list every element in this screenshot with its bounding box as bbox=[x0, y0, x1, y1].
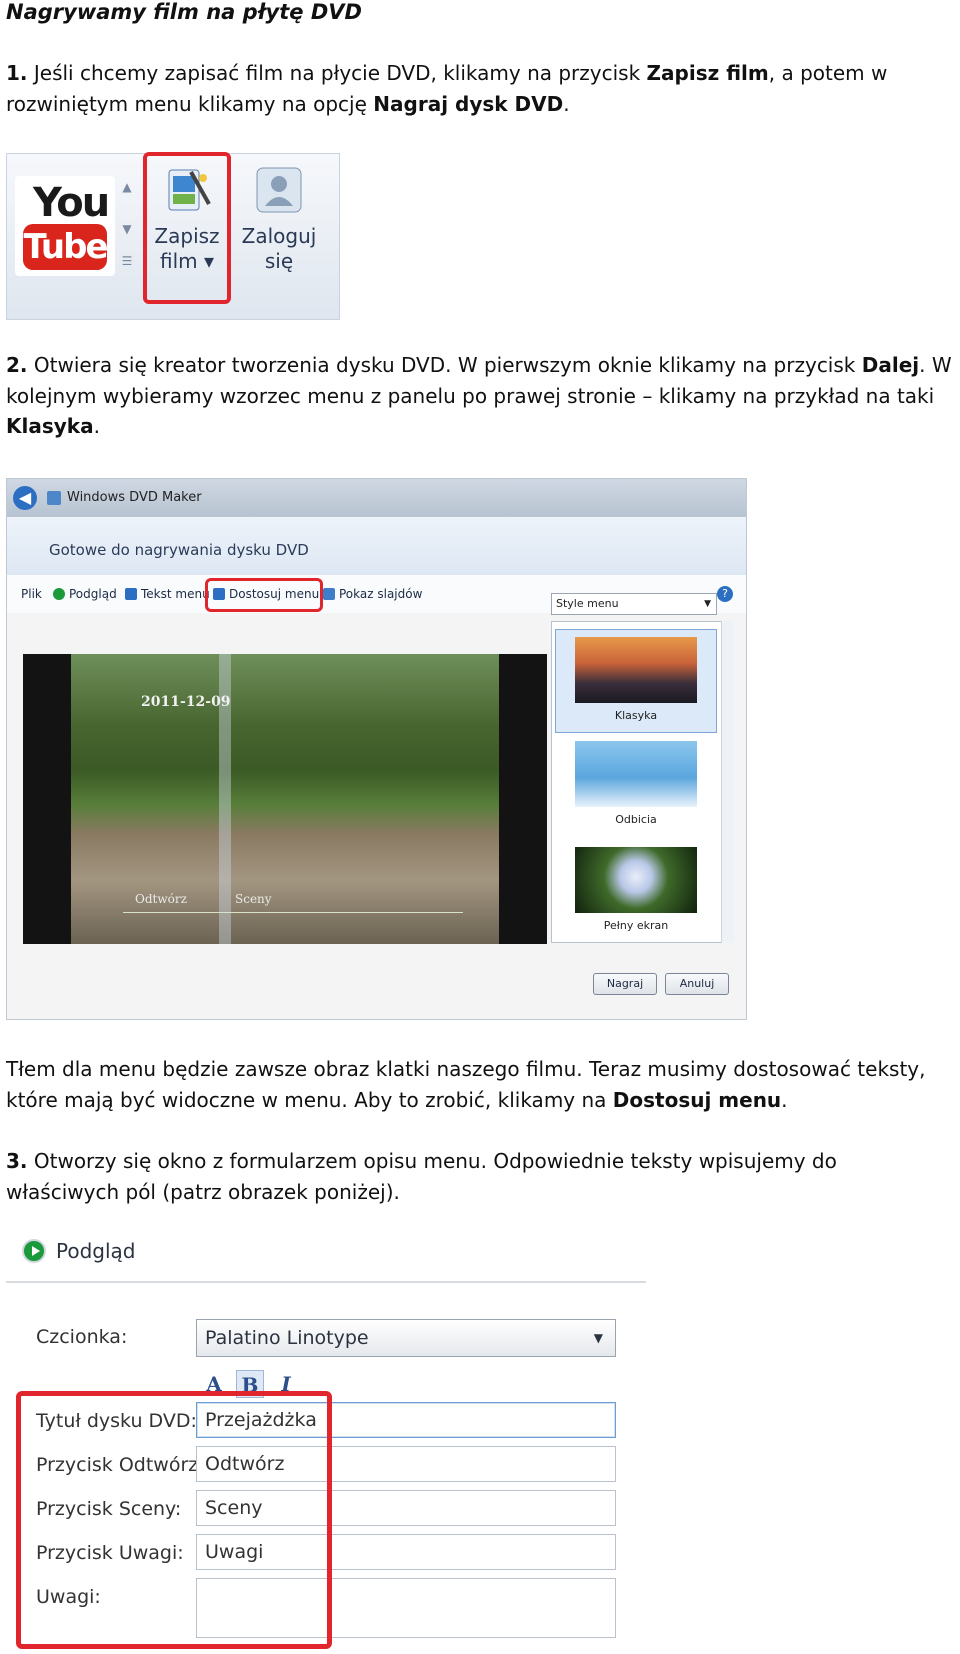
play-icon[interactable] bbox=[22, 1239, 46, 1263]
logo-text: Tube bbox=[23, 224, 109, 270]
step-text: Jeśli chcemy zapisać film na płycie DVD,… bbox=[27, 61, 647, 85]
user-icon bbox=[253, 164, 305, 216]
page-title: Nagrywamy film na płytę DVD bbox=[6, 0, 362, 24]
preview-border bbox=[23, 654, 71, 944]
step-number: 2. bbox=[6, 353, 28, 377]
bold-text: Dalej bbox=[861, 353, 920, 377]
step-text: Otworzy się okno z formularzem opisu men… bbox=[6, 1149, 837, 1204]
login-button[interactable]: Zaloguj się bbox=[237, 164, 321, 274]
preview-border bbox=[499, 654, 547, 944]
paragraph-text: Tłem dla menu będzie zawsze obraz klatki… bbox=[6, 1057, 926, 1112]
step-text: . bbox=[93, 414, 100, 438]
step-1-paragraph: 1. Jeśli chcemy zapisać film na płycie D… bbox=[6, 58, 956, 119]
preview-line bbox=[123, 912, 463, 913]
paragraph-text: . bbox=[781, 1087, 788, 1112]
cancel-button[interactable]: Anuluj bbox=[665, 973, 729, 995]
bold-text: Dostosuj menu bbox=[612, 1087, 782, 1112]
text-icon bbox=[125, 588, 137, 600]
preview-scenes-button: Sceny bbox=[235, 892, 272, 906]
back-arrow-icon[interactable]: ◀ bbox=[13, 486, 37, 510]
burn-button[interactable]: Nagraj bbox=[593, 973, 657, 995]
style-thumbnail bbox=[575, 847, 697, 913]
style-label: Klasyka bbox=[614, 709, 658, 722]
toolbar-preview[interactable]: Podgląd bbox=[53, 587, 117, 601]
step-number: 1. bbox=[6, 61, 28, 85]
style-item-classic[interactable]: Klasyka bbox=[555, 637, 717, 722]
style-label: Odbicia bbox=[615, 813, 657, 826]
step-3-paragraph: 3. Otworzy się okno z formularzem opisu … bbox=[6, 1146, 956, 1207]
style-menu-dropdown[interactable]: Style menu ▼ bbox=[551, 593, 717, 615]
bold-text: Zapisz film bbox=[646, 61, 769, 85]
expand-icon[interactable]: ☰ bbox=[119, 254, 135, 268]
highlight-box bbox=[205, 578, 323, 612]
chevron-down-icon: ▼ bbox=[593, 1331, 603, 1345]
style-item-reflections[interactable]: Odbicia bbox=[555, 741, 717, 826]
styles-scrollbar[interactable] bbox=[721, 621, 734, 943]
style-item-fullscreen[interactable]: Pełny ekran bbox=[555, 847, 717, 932]
style-thumbnail bbox=[575, 637, 697, 703]
dvd-maker-window: ◀ Windows DVD Maker Gotowe do nagrywania… bbox=[6, 478, 747, 1020]
step-2-paragraph: 2. Otwiera się kreator tworzenia dysku D… bbox=[6, 350, 956, 442]
preview-title: 2011-12-09 bbox=[141, 694, 231, 710]
font-label: Czcionka: bbox=[36, 1326, 128, 1348]
slideshow-icon bbox=[323, 588, 335, 600]
login-label: się bbox=[264, 249, 294, 273]
toolbar-menu-text[interactable]: Tekst menu bbox=[125, 587, 210, 601]
style-label: Pełny ekran bbox=[603, 919, 669, 932]
wizard-heading: Gotowe do nagrywania dysku DVD bbox=[49, 541, 309, 559]
ribbon-screenshot: You Tube ▲ ▼ ☰ Zapisz film ▾ Zaloguj się bbox=[6, 152, 340, 320]
step-number: 3. bbox=[6, 1149, 28, 1173]
login-label: Zaloguj bbox=[241, 224, 317, 248]
step-text: Otwiera się kreator tworzenia dysku DVD.… bbox=[27, 353, 862, 377]
step-text: . bbox=[563, 91, 570, 116]
play-icon bbox=[53, 588, 65, 600]
chevron-down-icon: ▼ bbox=[704, 599, 711, 609]
font-dropdown[interactable]: Palatino Linotype ▼ bbox=[196, 1319, 616, 1357]
divider bbox=[6, 1281, 646, 1283]
logo-text: You bbox=[33, 180, 110, 226]
toolbar-slideshow[interactable]: Pokaz slajdów bbox=[323, 587, 422, 601]
app-title: Windows DVD Maker bbox=[67, 490, 202, 505]
chevron-down-icon[interactable]: ▼ bbox=[119, 222, 135, 236]
style-thumbnail bbox=[575, 741, 697, 807]
toolbar-file[interactable]: Plik bbox=[21, 587, 42, 601]
menu-preview: 2011-12-09 Odtwórz Sceny bbox=[23, 654, 547, 944]
highlight-box bbox=[143, 152, 231, 304]
preview-play-button: Odtwórz bbox=[135, 892, 187, 906]
bold-text: Nagraj dysk DVD bbox=[373, 91, 564, 116]
help-icon[interactable]: ? bbox=[717, 586, 733, 602]
bold-text: Klasyka bbox=[6, 414, 94, 438]
chevron-up-icon[interactable]: ▲ bbox=[119, 180, 135, 194]
app-icon bbox=[47, 491, 61, 505]
gallery-scroll[interactable]: ▲ ▼ ☰ bbox=[119, 172, 135, 302]
highlight-box bbox=[16, 1391, 332, 1649]
menu-background-paragraph: Tłem dla menu będzie zawsze obraz klatki… bbox=[6, 1054, 956, 1115]
youtube-logo: You Tube bbox=[15, 176, 115, 276]
preview-button[interactable]: Podgląd bbox=[56, 1239, 135, 1263]
